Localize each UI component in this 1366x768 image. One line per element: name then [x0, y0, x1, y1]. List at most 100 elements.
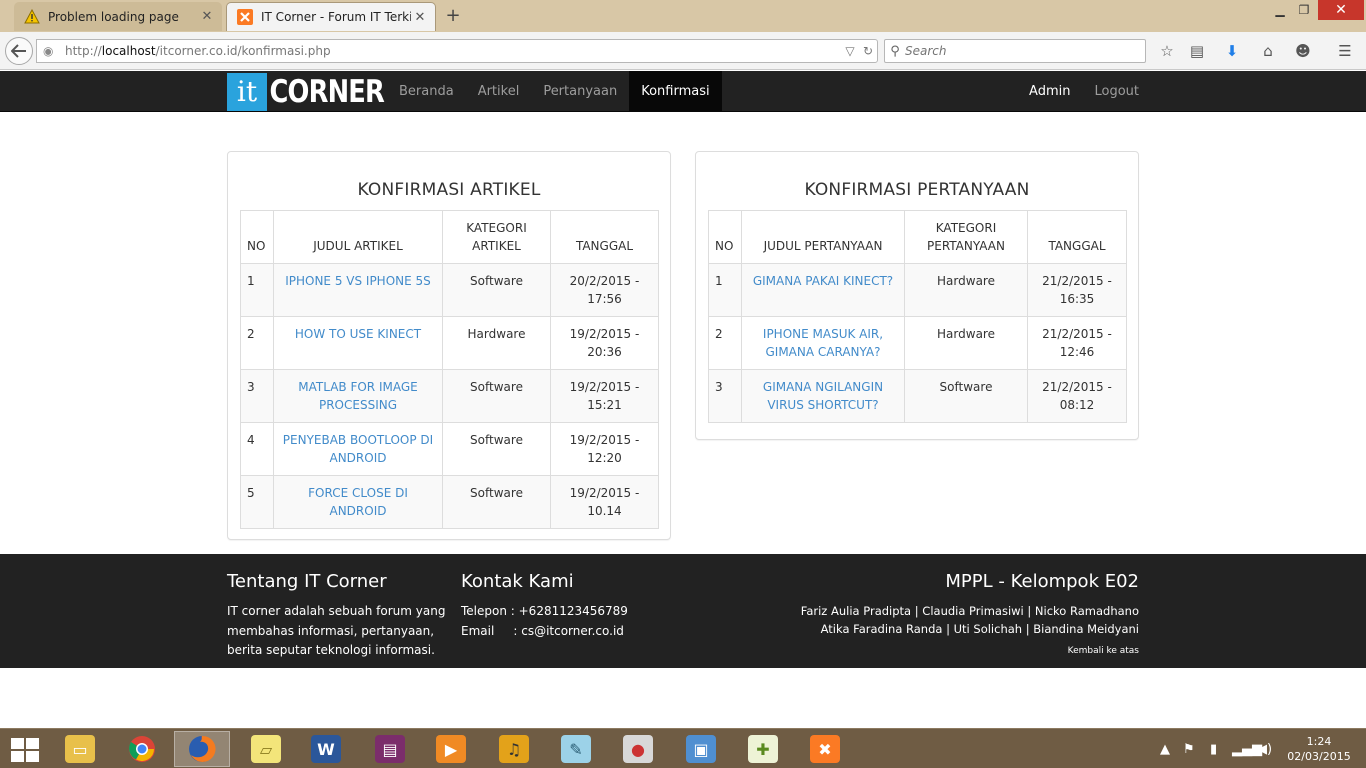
window-close-icon[interactable]: ✕ [1318, 0, 1364, 20]
row-no: 5 [240, 475, 274, 529]
row-date: 19/2/2015 - 12:20 [550, 422, 659, 476]
warning-icon [24, 9, 40, 25]
browser-navbar: ◉ http://localhost/itcorner.co.id/konfir… [0, 32, 1366, 70]
article-link[interactable]: PENYEBAB BOOTLOOP DI ANDROID [283, 433, 433, 465]
nav-logout[interactable]: Logout [1082, 71, 1151, 111]
articles-panel: KONFIRMASI ARTIKEL NO JUDUL ARTIKEL KATE… [227, 151, 671, 540]
xampp-taskbar-icon[interactable]: ✖ [797, 731, 853, 767]
tab-title: IT Corner - Forum IT Terkini! [261, 10, 411, 24]
nav-admin[interactable]: Admin [1017, 71, 1082, 111]
row-title-cell: IPHONE 5 VS IPHONE 5S [273, 263, 443, 317]
site-logo[interactable]: it CORNER [227, 73, 408, 111]
nav-konfirmasi[interactable]: Konfirmasi [629, 71, 722, 111]
nav-artikel[interactable]: Artikel [466, 71, 532, 111]
footer-about-text: IT corner adalah sebuah forum yang memba… [227, 604, 446, 657]
firefox-icon[interactable] [174, 731, 230, 767]
menu-icon[interactable]: ☰ [1334, 41, 1356, 61]
col-header-date: TANGGAL [1027, 210, 1127, 264]
table-header-row: NO JUDUL PERTANYAAN KATEGORI PERTANYAAN … [708, 210, 1127, 264]
sticky-notes-icon[interactable]: ▱ [238, 731, 294, 767]
winrar-icon[interactable]: ▤ [362, 731, 418, 767]
col-header-date: TANGGAL [550, 210, 659, 264]
maximize-icon[interactable]: ❐ [1292, 0, 1316, 20]
row-category: Software [442, 369, 551, 423]
volume-icon[interactable]: ◀) [1257, 729, 1272, 768]
show-hidden-icons-icon[interactable]: ▲ [1160, 729, 1170, 768]
home-icon[interactable]: ⌂ [1257, 41, 1279, 61]
dropdown-arrow-icon[interactable]: ▽ [841, 44, 859, 58]
table-row: 3 GIMANA NGILANGIN VIRUS SHORTCUT? Softw… [708, 369, 1127, 423]
tab-close-icon[interactable]: ✕ [198, 9, 216, 24]
url-prefix: http:// [65, 44, 102, 58]
bookmark-star-icon[interactable]: ☆ [1156, 41, 1178, 61]
clock-time: 1:24 [1306, 735, 1332, 748]
row-no: 3 [240, 369, 274, 423]
table-row: 1 IPHONE 5 VS IPHONE 5S Software 20/2/20… [240, 263, 659, 317]
chrome-icon[interactable] [114, 731, 170, 767]
col-header-title: JUDUL PERTANYAAN [741, 210, 905, 264]
tab-close-icon[interactable]: ✕ [411, 10, 429, 25]
row-title-cell: FORCE CLOSE DI ANDROID [273, 475, 443, 529]
row-category: Hardware [442, 316, 551, 370]
windows-taskbar: ▭ ▱ W ▤ ▶ ♫ ✎ ● ▣ ✚ ✖ ▲ ⚑ ▮ ▂▄▆ ◀) 1:24 … [0, 728, 1366, 768]
row-title-cell: HOW TO USE KINECT [273, 316, 443, 370]
new-tab-icon[interactable]: + [443, 5, 463, 26]
row-no: 1 [708, 263, 742, 317]
footer-contact-title: Kontak Kami [461, 571, 574, 592]
site-footer: Tentang IT Corner IT corner adalah sebua… [0, 554, 1366, 668]
footer-phone: Telepon : +6281123456789 [461, 604, 628, 618]
nav-beranda[interactable]: Beranda [387, 71, 466, 111]
system-clock[interactable]: 1:24 02/03/2015 [1282, 734, 1356, 764]
browser-tabstrip: Problem loading page ✕ IT Corner - Forum… [0, 0, 1366, 32]
search-input[interactable] [905, 44, 1125, 58]
footer-about: Tentang IT Corner IT corner adalah sebua… [227, 571, 452, 661]
article-link[interactable]: MATLAB FOR IMAGE PROCESSING [298, 380, 417, 412]
url-host: localhost [101, 44, 156, 58]
xampp-icon [237, 9, 253, 25]
row-date: 21/2/2015 - 16:35 [1027, 263, 1127, 317]
footer-team-line-2: Atika Faradina Randa | Uti Solichah | Bi… [820, 622, 1139, 636]
notepad-plus-plus-icon[interactable]: ✚ [735, 731, 791, 767]
back-arrow-icon[interactable] [5, 37, 33, 65]
table-row: 4 PENYEBAB BOOTLOOP DI ANDROID Software … [240, 422, 659, 476]
photo-viewer-icon[interactable]: ▣ [673, 731, 729, 767]
article-link[interactable]: IPHONE 5 VS IPHONE 5S [285, 274, 431, 288]
action-center-icon[interactable]: ⚑ [1183, 729, 1195, 768]
word-icon[interactable]: W [298, 731, 354, 767]
articles-title: KONFIRMASI ARTIKEL [357, 180, 541, 200]
url-bar[interactable]: ◉ http://localhost/itcorner.co.id/konfir… [36, 39, 878, 63]
article-link[interactable]: HOW TO USE KINECT [295, 327, 421, 341]
music-player-icon[interactable]: ♫ [486, 731, 542, 767]
windows-start-icon[interactable] [8, 736, 40, 764]
question-link[interactable]: GIMANA NGILANGIN VIRUS SHORTCUT? [763, 380, 883, 412]
media-player-icon[interactable]: ▶ [423, 731, 479, 767]
question-link[interactable]: IPHONE MASUK AIR, GIMANA CARANYA? [763, 327, 883, 359]
reading-list-icon[interactable]: ▤ [1186, 41, 1208, 61]
paint-icon[interactable]: ● [610, 731, 666, 767]
row-date: 19/2/2015 - 15:21 [550, 369, 659, 423]
row-no: 1 [240, 263, 274, 317]
back-to-top-link[interactable]: Kembali ke atas [1068, 646, 1139, 656]
file-explorer-icon[interactable]: ▭ [52, 731, 108, 767]
battery-icon[interactable]: ▮ [1210, 729, 1217, 768]
row-title-cell: MATLAB FOR IMAGE PROCESSING [273, 369, 443, 423]
minimize-icon[interactable]: ▁ [1268, 0, 1292, 20]
download-icon[interactable]: ⬇ [1221, 41, 1243, 61]
tab-it-corner[interactable]: IT Corner - Forum IT Terkini! ✕ [226, 2, 436, 31]
table-header-row: NO JUDUL ARTIKEL KATEGORI ARTIKEL TANGGA… [240, 210, 659, 264]
tab-problem-loading[interactable]: Problem loading page ✕ [14, 2, 222, 31]
chat-icon[interactable]: ☻ [1292, 41, 1314, 61]
search-bar[interactable]: ⚲ [884, 39, 1146, 63]
row-title-cell: IPHONE MASUK AIR, GIMANA CARANYA? [741, 316, 905, 370]
row-no: 2 [240, 316, 274, 370]
article-link[interactable]: FORCE CLOSE DI ANDROID [308, 486, 408, 518]
footer-email: Email : cs@itcorner.co.id [461, 623, 624, 638]
table-row: 1 GIMANA PAKAI KINECT? Hardware 21/2/201… [708, 263, 1127, 317]
url-text[interactable]: http://localhost/itcorner.co.id/konfirma… [65, 44, 841, 58]
row-category: Software [442, 422, 551, 476]
reload-icon[interactable]: ↻ [859, 44, 877, 58]
nav-pertanyaan[interactable]: Pertanyaan [531, 71, 629, 111]
question-link[interactable]: GIMANA PAKAI KINECT? [753, 274, 893, 288]
notepad-icon[interactable]: ✎ [548, 731, 604, 767]
col-header-category: KATEGORI ARTIKEL [442, 210, 551, 264]
